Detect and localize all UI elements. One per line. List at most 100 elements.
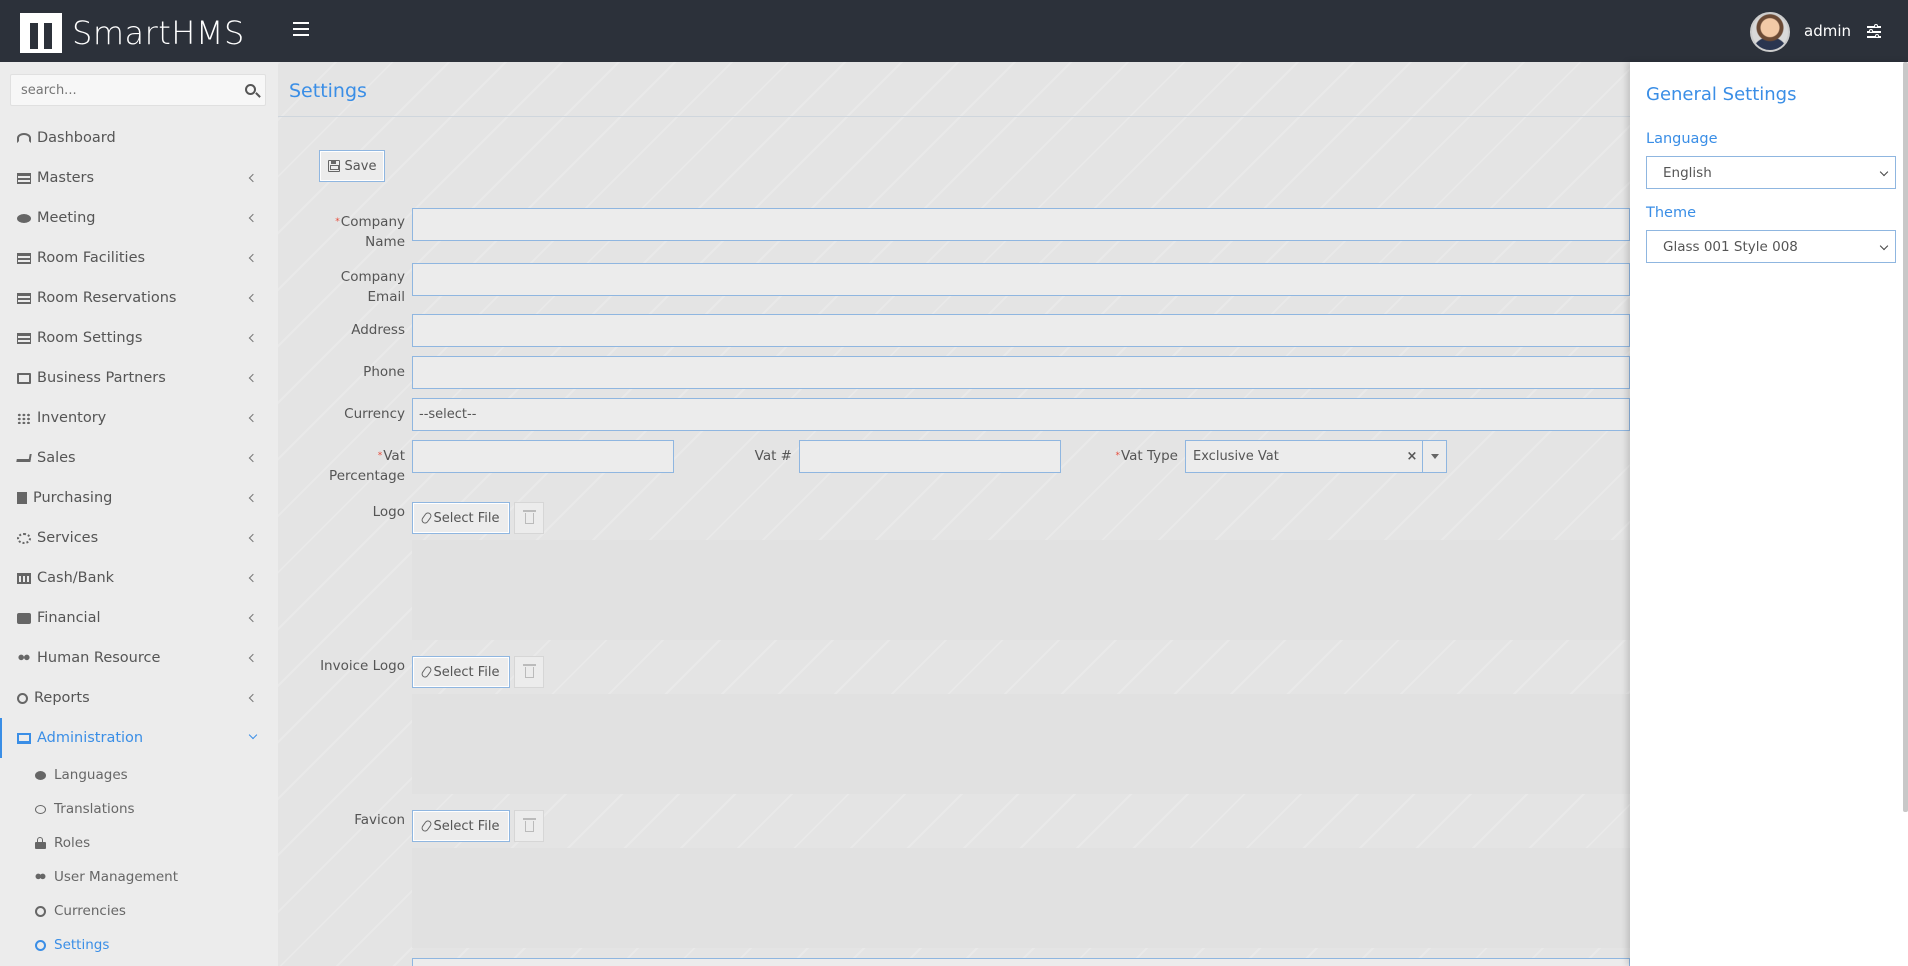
currency-label: Currency xyxy=(344,406,405,422)
dropdown-arrow-icon[interactable] xyxy=(1422,441,1446,472)
sidebar-item-label: Meeting xyxy=(37,210,96,226)
trash-icon xyxy=(523,510,536,524)
sidebar-item-administration[interactable]: Administration xyxy=(0,718,278,758)
language-select[interactable]: English xyxy=(1646,156,1896,189)
phone-label: Phone xyxy=(363,364,405,380)
sidebar: Dashboard Masters Meeting Room Facilitie… xyxy=(0,62,278,966)
grid-icon xyxy=(17,412,31,424)
sidebar-item-masters[interactable]: Masters xyxy=(0,158,278,198)
paperclip-icon xyxy=(419,511,433,525)
company-email-label: Company Email xyxy=(318,267,405,307)
lock-icon xyxy=(35,836,46,849)
menu-toggle-icon[interactable] xyxy=(293,22,309,36)
title-divider xyxy=(278,116,1630,117)
vat-number-input[interactable] xyxy=(799,440,1061,473)
sidebar-item-room-facilities[interactable]: Room Facilities xyxy=(0,238,278,278)
page-scrollbar[interactable] xyxy=(1903,62,1908,812)
list-icon xyxy=(17,172,31,184)
submenu-item-label: Currencies xyxy=(54,903,126,919)
search-icon[interactable] xyxy=(245,84,256,95)
sidebar-item-cash-bank[interactable]: Cash/Bank xyxy=(0,558,278,598)
theme-select[interactable]: Glass 001 Style 008 xyxy=(1646,230,1896,263)
next-field-input[interactable] xyxy=(412,958,1630,966)
circle-icon xyxy=(35,905,46,917)
company-name-input[interactable] xyxy=(412,208,1630,241)
chevron-left-icon xyxy=(248,373,258,383)
sidebar-item-sales[interactable]: Sales xyxy=(0,438,278,478)
submenu-item-settings[interactable]: Settings xyxy=(0,928,278,962)
logo-preview xyxy=(412,540,1630,640)
address-input[interactable] xyxy=(412,314,1630,347)
sliders-icon[interactable] xyxy=(1867,24,1881,38)
submenu-item-languages[interactable]: Languages xyxy=(0,758,278,792)
submenu-item-roles[interactable]: Roles xyxy=(0,826,278,860)
chevron-down-icon xyxy=(1879,241,1889,251)
submenu-item-label: Settings xyxy=(54,937,110,953)
sidebar-item-label: Dashboard xyxy=(37,130,116,146)
gears-icon xyxy=(17,532,31,544)
search-input[interactable] xyxy=(11,75,231,105)
sidebar-item-inventory[interactable]: Inventory xyxy=(0,398,278,438)
sidebar-item-financial[interactable]: Financial xyxy=(0,598,278,638)
dashboard-icon xyxy=(17,133,31,143)
company-name-label-line1: Company xyxy=(340,214,405,230)
logo-delete-button[interactable] xyxy=(514,502,544,534)
sidebar-item-room-settings[interactable]: Room Settings xyxy=(0,318,278,358)
chevron-left-icon xyxy=(248,213,258,223)
currency-select[interactable]: --select-- xyxy=(412,398,1630,431)
sidebar-item-label: Room Reservations xyxy=(37,290,177,306)
submenu-item-label: User Management xyxy=(54,869,178,885)
sidebar-item-dashboard[interactable]: Dashboard xyxy=(0,118,278,158)
invoice-logo-select-file-button[interactable]: Select File xyxy=(412,656,510,688)
submenu-item-label: Roles xyxy=(54,835,91,851)
chevron-down-icon xyxy=(248,730,258,740)
select-file-label: Select File xyxy=(433,818,500,834)
circle-icon xyxy=(35,939,46,951)
submenu-item-user-management[interactable]: User Management xyxy=(0,860,278,894)
sidebar-item-label: Purchasing xyxy=(33,490,113,506)
circle-icon xyxy=(17,692,28,704)
sidebar-item-label: Human Resource xyxy=(37,650,161,666)
sidebar-item-meeting[interactable]: Meeting xyxy=(0,198,278,238)
sidebar-item-purchasing[interactable]: Purchasing xyxy=(0,478,278,518)
sidebar-item-business-partners[interactable]: Business Partners xyxy=(0,358,278,398)
submenu-item-translations[interactable]: Translations xyxy=(0,792,278,826)
save-button[interactable]: Save xyxy=(319,150,385,182)
sidebar-item-room-reservations[interactable]: Room Reservations xyxy=(0,278,278,318)
sidebar-item-services[interactable]: Services xyxy=(0,518,278,558)
paperclip-icon xyxy=(419,665,433,679)
chat-icon xyxy=(35,770,46,780)
avatar[interactable] xyxy=(1750,12,1790,52)
vat-type-value: Exclusive Vat xyxy=(1193,449,1279,464)
clear-selection-icon[interactable]: × xyxy=(1402,449,1422,464)
theme-select-value: Glass 001 Style 008 xyxy=(1663,238,1798,255)
favicon-select-file-button[interactable]: Select File xyxy=(412,810,510,842)
phone-input[interactable] xyxy=(412,356,1630,389)
sidebar-item-reports[interactable]: Reports xyxy=(0,678,278,718)
submenu-item-currencies[interactable]: Currencies xyxy=(0,894,278,928)
sidebar-item-label: Masters xyxy=(37,170,95,186)
top-bar: SmartHMS admin xyxy=(0,0,1908,62)
logo-select-file-button[interactable]: Select File xyxy=(412,502,510,534)
trash-icon xyxy=(523,818,536,832)
vat-percentage-label: *Vat Percentage xyxy=(298,446,405,486)
app-name: SmartHMS xyxy=(72,14,245,52)
app-logo[interactable]: SmartHMS xyxy=(20,13,245,53)
vat-type-select[interactable]: Exclusive Vat × xyxy=(1185,440,1447,473)
vat-type-label: *Vat Type xyxy=(1098,446,1178,466)
sidebar-item-label: Business Partners xyxy=(37,370,166,386)
sidebar-item-human-resource[interactable]: Human Resource xyxy=(0,638,278,678)
sidebar-menu: Dashboard Masters Meeting Room Facilitie… xyxy=(0,118,278,962)
invoice-logo-delete-button[interactable] xyxy=(514,656,544,688)
company-email-input[interactable] xyxy=(412,263,1630,296)
vat-percentage-label-line1: Vat xyxy=(383,448,405,464)
list-icon xyxy=(17,332,31,344)
chat-icon xyxy=(17,213,31,223)
vat-percentage-input[interactable] xyxy=(412,440,674,473)
monitor-icon xyxy=(17,732,31,744)
theme-label: Theme xyxy=(1646,205,1697,221)
briefcase-icon xyxy=(17,612,31,624)
required-marker: * xyxy=(335,217,340,227)
user-name[interactable]: admin xyxy=(1804,22,1851,40)
favicon-delete-button[interactable] xyxy=(514,810,544,842)
